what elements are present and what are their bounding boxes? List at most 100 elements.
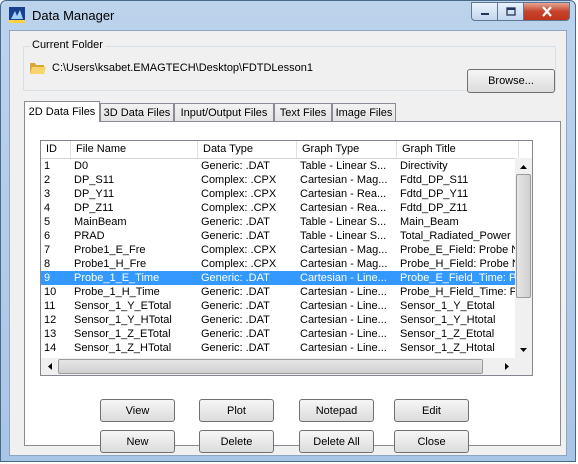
scroll-up-button[interactable] — [515, 158, 532, 175]
cell-graph-title: Directivity — [400, 160, 448, 172]
table-row[interactable]: 14 Sensor_1_Z_HTotal Generic: .DAT Cartesia… — [41, 341, 519, 355]
cell-data-type: Complex: .CPX — [201, 258, 277, 270]
title-bar[interactable]: Data Manager — [1, 1, 575, 29]
maximize-button[interactable] — [498, 2, 524, 21]
table-row[interactable]: 13 Sensor_1_Z_ETotal Generic: .DAT Cartesia… — [41, 327, 519, 341]
cell-graph-title: Probe_H_Field_Time: Prob — [400, 286, 519, 298]
cell-data-type: Complex: .CPX — [201, 188, 277, 200]
column-header-graph-type[interactable]: Graph Type — [297, 141, 397, 158]
cell-graph-type: Cartesian - Rea... — [300, 202, 387, 214]
tab-2d-data-files[interactable]: 2D Data Files — [24, 101, 100, 122]
cell-graph-title: Sensor_1_Z_Htotal — [400, 342, 495, 354]
view-button[interactable]: View — [100, 399, 175, 422]
table-row[interactable]: 3 DP_Y11 Complex: .CPX Cartesian - Rea... Fd… — [41, 187, 519, 201]
scroll-right-button[interactable] — [498, 358, 515, 375]
cell-graph-type: Cartesian - Line... — [300, 300, 387, 312]
cell-data-type: Generic: .DAT — [201, 300, 270, 312]
cell-graph-type: Cartesian - Line... — [300, 272, 387, 284]
cell-file-name: DP_S11 — [74, 174, 115, 186]
cell-file-name: Sensor_1_Z_ETotal — [74, 328, 171, 340]
cell-id: 14 — [44, 342, 57, 354]
column-header-file-name[interactable]: File Name — [71, 141, 198, 158]
cell-graph-title: Probe_H_Field: Probe No — [400, 258, 519, 270]
column-header-graph-title[interactable]: Graph Title — [397, 141, 519, 158]
table-row[interactable]: 11 Sensor_1_Y_ETotal Generic: .DAT Cartesia… — [41, 299, 519, 313]
cell-graph-title: Total_Radiated_Power — [400, 230, 511, 242]
column-header-data-type[interactable]: Data Type — [198, 141, 297, 158]
table-row[interactable]: 4 DP_Z11 Complex: .CPX Cartesian - Rea... Fd… — [41, 201, 519, 215]
cell-graph-title: Fdtd_DP_Z11 — [400, 202, 468, 214]
cell-id: 12 — [44, 314, 57, 326]
table-row[interactable]: 8 Probe1_H_Fre Complex: .CPX Cartesian - Ma… — [41, 257, 519, 271]
cell-id: 1 — [44, 160, 51, 172]
cell-id: 4 — [44, 202, 51, 214]
cell-id: 13 — [44, 328, 57, 340]
vertical-scrollbar[interactable] — [515, 158, 532, 358]
cell-file-name: D0 — [74, 160, 89, 172]
cell-graph-title: Fdtd_DP_Y11 — [400, 188, 469, 200]
horizontal-scrollbar[interactable] — [41, 358, 515, 375]
notepad-button[interactable]: Notepad — [299, 399, 374, 422]
cell-data-type: Generic: .DAT — [201, 342, 270, 354]
column-header-id[interactable]: ID — [41, 141, 71, 158]
cell-graph-title: Sensor_1_Y_Etotal — [400, 300, 495, 312]
minimize-button[interactable] — [471, 2, 498, 21]
tab-text-files[interactable]: Text Files — [274, 103, 332, 121]
scroll-left-button[interactable] — [41, 358, 58, 375]
cell-file-name: DP_Y11 — [74, 188, 115, 200]
cell-graph-type: Cartesian - Line... — [300, 328, 387, 340]
tab-image-files[interactable]: Image Files — [332, 103, 396, 121]
edit-button[interactable]: Edit — [394, 399, 469, 422]
table-row[interactable]: 7 Probe1_E_Fre Complex: .CPX Cartesian - Ma… — [41, 243, 519, 257]
vertical-scroll-thumb[interactable] — [516, 174, 531, 298]
close-icon — [541, 6, 552, 17]
cell-graph-title: Fdtd_DP_S11 — [400, 174, 469, 186]
cell-file-name: Probe1_E_Fre — [74, 244, 146, 256]
chevron-left-icon — [47, 363, 52, 370]
data-file-list[interactable]: ID File Name Data Type Graph Type Graph … — [40, 140, 533, 376]
horizontal-scroll-thumb[interactable] — [58, 359, 483, 374]
cell-data-type: Complex: .CPX — [201, 202, 277, 214]
table-row[interactable]: 2 DP_S11 Complex: .CPX Cartesian - Mag... Fd… — [41, 173, 519, 187]
scroll-down-button[interactable] — [515, 341, 532, 358]
table-row[interactable]: 5 MainBeam Generic: .DAT Table - Linear S..… — [41, 215, 519, 229]
browse-button[interactable]: Browse... — [467, 69, 555, 93]
cell-id: 8 — [44, 258, 51, 270]
cell-graph-title: Sensor_1_Z_Etotal — [400, 328, 495, 340]
table-row[interactable]: 1 D0 Generic: .DAT Table - Linear S... Direc… — [41, 159, 519, 173]
new-button[interactable]: New — [100, 430, 175, 453]
cell-id: 5 — [44, 216, 51, 228]
close-window-button[interactable] — [524, 2, 570, 21]
tab-3d-data-files[interactable]: 3D Data Files — [100, 103, 174, 121]
cell-graph-type: Cartesian - Rea... — [300, 188, 387, 200]
scrollbar-corner — [515, 358, 532, 375]
cell-file-name: DP_Z11 — [74, 202, 114, 214]
chevron-down-icon — [520, 347, 527, 352]
chevron-up-icon — [520, 164, 527, 169]
cell-graph-type: Table - Linear S... — [300, 160, 387, 172]
cell-data-type: Generic: .DAT — [201, 216, 270, 228]
cell-file-name: Sensor_1_Z_HTotal — [74, 342, 172, 354]
cell-id: 9 — [44, 272, 51, 284]
plot-button[interactable]: Plot — [199, 399, 274, 422]
tab-input-output-files[interactable]: Input/Output Files — [174, 103, 274, 121]
window-title: Data Manager — [32, 8, 115, 23]
cell-graph-title: Main_Beam — [400, 216, 459, 228]
cell-id: 7 — [44, 244, 51, 256]
delete-button[interactable]: Delete — [199, 430, 274, 453]
close-button[interactable]: Close — [394, 430, 469, 453]
table-row[interactable]: 9 Probe_1_E_Time Generic: .DAT Cartesian - … — [41, 271, 519, 285]
cell-file-name: MainBeam — [74, 216, 127, 228]
cell-data-type: Generic: .DAT — [201, 230, 270, 242]
cell-id: 6 — [44, 230, 51, 242]
delete-all-button[interactable]: Delete All — [299, 430, 374, 453]
cell-file-name: Probe_1_E_Time — [74, 272, 160, 284]
cell-id: 3 — [44, 188, 51, 200]
table-row[interactable]: 12 Sensor_1_Y_HTotal Generic: .DAT Cartesia… — [41, 313, 519, 327]
cell-data-type: Generic: .DAT — [201, 286, 270, 298]
table-row[interactable]: 6 PRAD Generic: .DAT Table - Linear S... Tot… — [41, 229, 519, 243]
cell-id: 2 — [44, 174, 51, 186]
table-row[interactable]: 10 Probe_1_H_Time Generic: .DAT Cartesian -… — [41, 285, 519, 299]
tab-panel-2d-data: ID File Name Data Type Graph Type Graph … — [24, 121, 561, 453]
folder-icon — [30, 63, 46, 74]
